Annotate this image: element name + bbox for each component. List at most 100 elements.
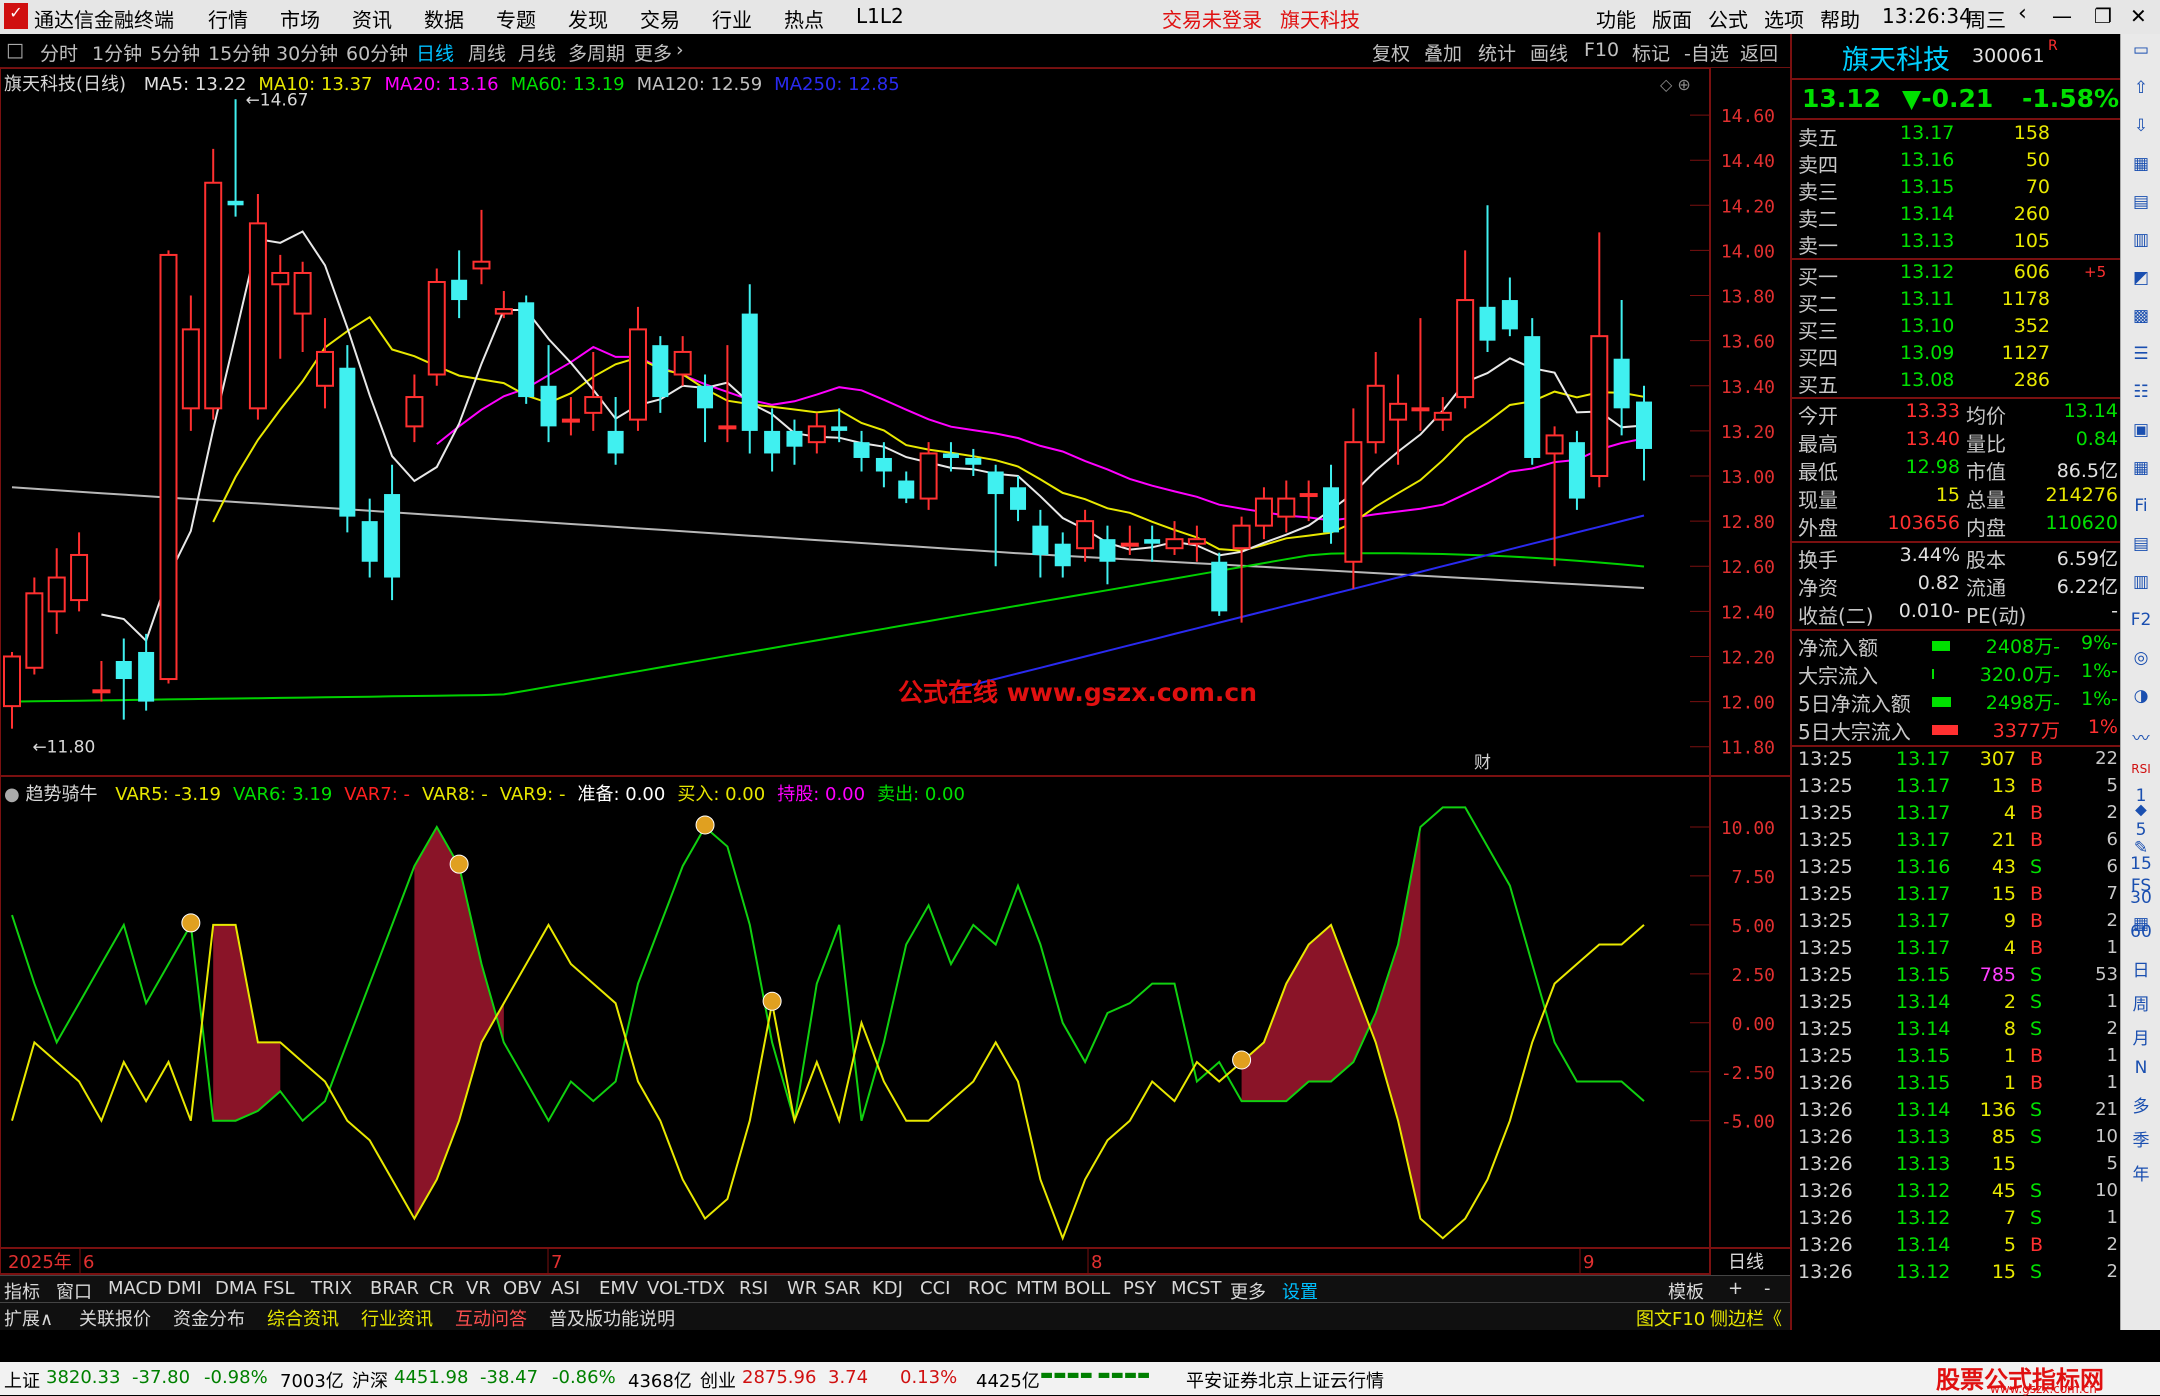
tab-period-more[interactable]: 更多 bbox=[634, 39, 672, 66]
candle-body[interactable] bbox=[1054, 543, 1071, 567]
candle-body[interactable] bbox=[1010, 487, 1027, 510]
candle-body[interactable] bbox=[293, 271, 312, 315]
candle-body[interactable] bbox=[361, 521, 378, 562]
candle-body[interactable] bbox=[518, 302, 535, 398]
menu-layout[interactable]: 版面 bbox=[1652, 4, 1692, 33]
menu-function[interactable]: 功能 bbox=[1596, 4, 1636, 33]
toolbar-icon[interactable]: ▩ bbox=[2121, 306, 2160, 326]
toolbar-icon[interactable]: ▦ bbox=[2121, 154, 2160, 174]
tool-fuquan[interactable]: 复权 bbox=[1372, 39, 1410, 66]
candle-body[interactable] bbox=[405, 396, 424, 428]
candle-body[interactable] bbox=[1120, 542, 1139, 547]
tab-period-monthly[interactable]: 月线 bbox=[518, 39, 556, 66]
menu-industry[interactable]: 行业 bbox=[712, 4, 752, 33]
candle-body[interactable] bbox=[764, 430, 781, 454]
indicator-tab[interactable]: CCI bbox=[920, 1278, 950, 1299]
tab-period-5m[interactable]: 5分钟 bbox=[150, 39, 200, 66]
indicator-tab[interactable]: 设置 bbox=[1282, 1278, 1318, 1304]
candle-body[interactable] bbox=[875, 457, 892, 472]
close-icon[interactable]: ✕ bbox=[2130, 4, 2147, 28]
money-bag-icon[interactable] bbox=[762, 991, 782, 1011]
indicator-tab[interactable]: SAR bbox=[824, 1278, 861, 1299]
tab-period-15m[interactable]: 15分钟 bbox=[208, 39, 270, 66]
index-name[interactable]: 上证 bbox=[4, 1367, 40, 1393]
toolbar-icon[interactable]: 〰 bbox=[2121, 724, 2160, 749]
tool-draw[interactable]: 画线 bbox=[1530, 39, 1568, 66]
candle-body[interactable] bbox=[652, 345, 669, 398]
candle-body[interactable] bbox=[3, 655, 21, 708]
period-shortcut[interactable]: 月 bbox=[2121, 1024, 2160, 1049]
menu-hot[interactable]: 热点 bbox=[784, 4, 824, 33]
menu-market[interactable]: 市场 bbox=[280, 4, 320, 33]
candle-body[interactable] bbox=[786, 430, 803, 447]
candle-body[interactable] bbox=[1165, 538, 1184, 550]
period-shortcut[interactable]: 日 bbox=[2121, 956, 2160, 981]
candle-body[interactable] bbox=[25, 592, 44, 669]
indicator-tab[interactable]: ASI bbox=[551, 1278, 580, 1299]
ext-tab[interactable]: 扩展∧ bbox=[4, 1305, 53, 1331]
candle-body[interactable] bbox=[1076, 520, 1095, 550]
candle-body[interactable] bbox=[1187, 538, 1206, 545]
tab-period-1m[interactable]: 1分钟 bbox=[92, 39, 142, 66]
candle-body[interactable] bbox=[1211, 561, 1228, 612]
money-bag-icon[interactable] bbox=[449, 854, 469, 874]
candle-body[interactable] bbox=[697, 385, 714, 409]
candle-body[interactable] bbox=[1299, 493, 1318, 498]
ext-tab[interactable]: 普及版功能说明 bbox=[549, 1305, 675, 1331]
ext-tab[interactable]: 行业资讯 bbox=[361, 1305, 433, 1331]
candle-body[interactable] bbox=[384, 494, 401, 578]
candle-body[interactable] bbox=[540, 385, 557, 427]
candle-body[interactable] bbox=[1568, 442, 1585, 499]
candle-body[interactable] bbox=[807, 425, 826, 444]
tool-stats[interactable]: 统计 bbox=[1478, 39, 1516, 66]
period-shortcut[interactable]: 1 bbox=[2121, 786, 2160, 806]
candle-body[interactable] bbox=[853, 442, 870, 458]
candle-body[interactable] bbox=[1479, 306, 1496, 341]
tab-period-daily[interactable]: 日线 bbox=[416, 39, 454, 66]
menu-formula[interactable]: 公式 bbox=[1708, 4, 1748, 33]
period-shortcut[interactable]: 5 bbox=[2121, 820, 2160, 840]
candle-body[interactable] bbox=[339, 367, 356, 517]
tab-period-fenshi[interactable]: 分时 bbox=[40, 39, 78, 66]
candle-body[interactable] bbox=[227, 200, 244, 206]
money-bag-icon[interactable] bbox=[1232, 1050, 1252, 1070]
indicator-tab[interactable]: FSL bbox=[263, 1278, 295, 1299]
menu-trade[interactable]: 交易 bbox=[640, 4, 680, 33]
candle-body[interactable] bbox=[831, 426, 848, 431]
candle-body[interactable] bbox=[204, 181, 223, 410]
candle-body[interactable] bbox=[1590, 335, 1609, 478]
candle-body[interactable] bbox=[1411, 407, 1430, 412]
indicator-tab[interactable]: + bbox=[1728, 1278, 1743, 1299]
tool-f10[interactable]: F10 bbox=[1584, 39, 1619, 61]
money-bag-icon[interactable] bbox=[181, 913, 201, 933]
maximize-icon[interactable]: ❐ bbox=[2094, 4, 2112, 28]
candle-body[interactable] bbox=[1433, 411, 1452, 421]
candle-body[interactable] bbox=[1344, 441, 1363, 563]
candle-body[interactable] bbox=[1456, 299, 1475, 399]
indicator-tab[interactable]: DMI bbox=[167, 1278, 202, 1299]
candle-body[interactable] bbox=[965, 457, 982, 465]
indicator-tab[interactable]: PSY bbox=[1123, 1278, 1156, 1299]
toolbar-icon[interactable]: ⇩ bbox=[2121, 116, 2160, 136]
candle-body[interactable] bbox=[1277, 497, 1296, 518]
candle-body[interactable] bbox=[898, 480, 915, 499]
candle-body[interactable] bbox=[561, 418, 580, 423]
indicator-tab[interactable]: - bbox=[1764, 1278, 1771, 1299]
toolbar-icon[interactable]: ▦ bbox=[2121, 458, 2160, 478]
indicator-tab[interactable]: ROC bbox=[968, 1278, 1007, 1299]
period-shortcut[interactable]: 季 bbox=[2121, 1126, 2160, 1151]
toolbar-icon[interactable]: ◑ bbox=[2121, 686, 2160, 706]
indicator-tab[interactable]: DMA bbox=[215, 1278, 257, 1299]
candle-body[interactable] bbox=[987, 471, 1004, 495]
candle-body[interactable] bbox=[159, 253, 178, 681]
f10-graphic-link[interactable]: 图文F10 bbox=[1636, 1305, 1705, 1331]
tab-period-multi[interactable]: 多周期 bbox=[568, 39, 625, 66]
candle-body[interactable] bbox=[1099, 539, 1116, 562]
toolbar-icon[interactable]: ◎ bbox=[2121, 648, 2160, 668]
indicator-tab[interactable]: WR bbox=[787, 1278, 817, 1299]
toolbar-icon[interactable]: ▤ bbox=[2121, 534, 2160, 554]
indicator-tab[interactable]: OBV bbox=[503, 1278, 541, 1299]
indicator-tab[interactable]: MTM bbox=[1016, 1278, 1058, 1299]
chevron-right-icon[interactable]: › bbox=[676, 39, 684, 61]
candle-body[interactable] bbox=[271, 271, 290, 286]
